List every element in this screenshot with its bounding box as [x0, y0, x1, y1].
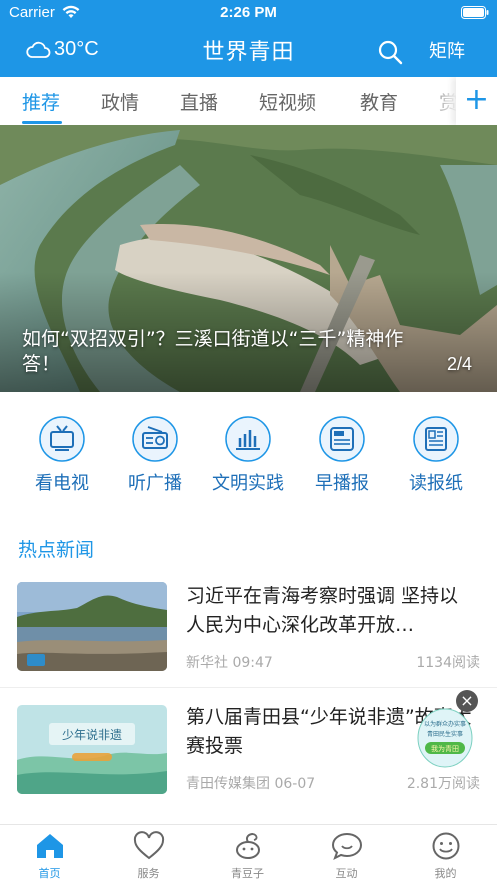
bottom-tab-service[interactable]: 服务	[99, 825, 198, 883]
ad-line-1: 以为群众办实事	[424, 720, 466, 728]
weather-temperature[interactable]: 30°C	[54, 38, 99, 61]
bottom-tab-qingdouzi[interactable]: 青豆子	[198, 825, 297, 883]
ad-badge: 我为青田	[431, 744, 459, 753]
quick-link-label: 读报纸	[409, 473, 463, 494]
floating-ad[interactable]: 以为群众办实事 青田民生实事 我为青田	[416, 708, 474, 770]
ad-line-2: 青田民生实事	[427, 730, 463, 738]
smile-icon	[432, 832, 460, 860]
cloud-icon	[26, 41, 51, 58]
banner-carousel[interactable]: 如何“双招双引”？三溪口街道以“三千”精神作答！ 2/4	[0, 125, 497, 392]
radio-icon	[132, 416, 178, 462]
news-source: 青田传媒集团 06-07	[186, 773, 315, 793]
bar-chart-icon	[225, 416, 271, 462]
bottom-tab-label: 互动	[335, 867, 358, 880]
news-time: 09:47	[232, 655, 273, 671]
quick-link-civilization[interactable]: 文明实践	[208, 416, 288, 496]
search-icon[interactable]	[377, 39, 403, 65]
news-icon	[319, 416, 365, 462]
active-tab-indicator	[22, 121, 62, 124]
bottom-tab-interaction[interactable]: 互动	[297, 825, 396, 883]
close-ad-button[interactable]: ×	[456, 690, 478, 712]
bottom-tab-label: 青豆子	[231, 867, 264, 880]
quick-link-radio[interactable]: 听广播	[115, 416, 195, 496]
status-bar: Carrier 2:26 PM	[0, 0, 497, 26]
tv-icon	[39, 416, 85, 462]
nav-bar: 30°C 世界青田 矩阵	[0, 26, 497, 77]
heart-icon	[133, 831, 165, 860]
chat-icon	[331, 832, 363, 861]
news-title[interactable]: 习近平在青海考察时强调 坚持以人民为中心深化改革开放…	[186, 582, 476, 640]
tab-live[interactable]: 直播	[180, 88, 218, 115]
quick-link-label: 看电视	[35, 473, 89, 494]
bottom-tab-home[interactable]: 首页	[0, 825, 99, 883]
quick-link-tv[interactable]: 看电视	[22, 416, 102, 496]
quick-link-label: 文明实践	[212, 473, 284, 494]
quick-link-morning-news[interactable]: 早播报	[302, 416, 382, 496]
banner-caption[interactable]: 如何“双招双引”？三溪口街道以“三千”精神作答！	[22, 327, 437, 377]
tab-fade	[425, 77, 457, 125]
status-time: 2:26 PM	[220, 4, 277, 21]
battery-icon	[461, 6, 489, 19]
news-thumbnail: 少年说非遗	[17, 705, 167, 794]
home-icon	[37, 834, 63, 858]
hot-news-title: 热点新闻	[18, 539, 95, 561]
thumb-headline: 少年说非遗	[62, 727, 122, 742]
news-item[interactable]: 习近平在青海考察时强调 坚持以人民为中心深化改革开放… 新华社 09:47 11…	[0, 570, 497, 688]
quick-link-newspaper[interactable]: 读报纸	[396, 416, 476, 496]
tab-short-video[interactable]: 短视频	[259, 88, 316, 115]
news-source: 新华社 09:47	[186, 652, 273, 672]
tab-recommend[interactable]: 推荐	[22, 88, 60, 115]
matrix-link[interactable]: 矩阵	[429, 37, 465, 63]
news-read-count: 2.81万阅读	[406, 776, 480, 792]
add-channel-button[interactable]: +	[456, 77, 497, 125]
news-source-name: 青田传媒集团	[186, 776, 270, 792]
news-source-name: 新华社	[186, 655, 228, 671]
tab-education[interactable]: 教育	[360, 88, 398, 115]
newspaper-icon	[413, 416, 459, 462]
app-header: Carrier 2:26 PM 30°C 世界青田 矩阵	[0, 0, 497, 77]
bottom-tab-bar: 首页 服务 青豆子 互动 我的	[0, 824, 497, 883]
app-title: 世界青田	[202, 40, 295, 65]
bean-icon	[236, 833, 260, 859]
bottom-tab-mine[interactable]: 我的	[396, 825, 495, 883]
bottom-tab-label: 我的	[434, 867, 457, 880]
channel-tabs: 推荐 政情 直播 短视频 教育 赏 +	[0, 77, 497, 125]
bottom-tab-label: 首页	[38, 867, 61, 880]
bottom-tab-label: 服务	[137, 867, 160, 880]
quick-link-label: 早播报	[315, 473, 369, 494]
quick-link-label: 听广播	[128, 473, 182, 494]
tab-politics[interactable]: 政情	[101, 88, 139, 115]
news-read-count: 1134阅读	[416, 655, 480, 671]
news-time: 06-07	[274, 776, 316, 792]
news-thumbnail	[17, 582, 167, 671]
banner-page-counter: 2/4	[447, 354, 473, 374]
